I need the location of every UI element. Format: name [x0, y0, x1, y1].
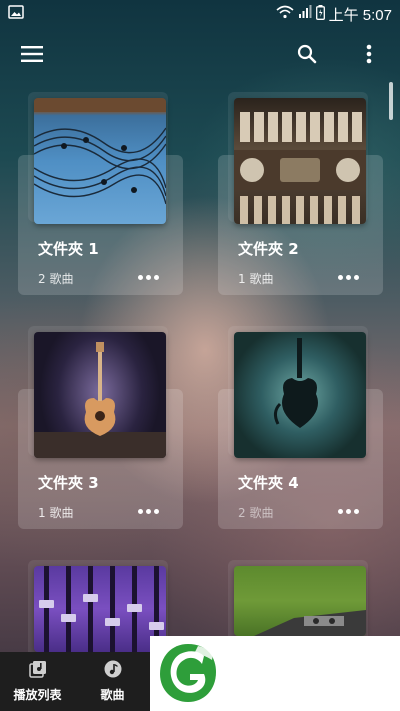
nav-item-playlists[interactable]: 播放列表: [0, 652, 75, 711]
nav-label-playlists: 播放列表: [13, 688, 62, 702]
image-icon: [8, 5, 24, 23]
folder-title-2: 文件夾 2: [238, 240, 299, 258]
folder-title-1: 文件夾 1: [38, 240, 99, 258]
folder-count-3: 1 歌曲: [38, 506, 74, 520]
folder-cover-4[interactable]: [234, 332, 366, 458]
folder-title-4: 文件夾 4: [238, 474, 299, 492]
status-time: 上午 5:07: [328, 6, 392, 24]
folder-count-1: 2 歌曲: [38, 272, 74, 286]
green-leaf-logo: [158, 642, 218, 708]
app-bar: [0, 28, 400, 80]
folder-cover-2[interactable]: [234, 98, 366, 224]
folder-cover-1[interactable]: [34, 98, 166, 224]
status-bar: 上午 5:07: [0, 0, 400, 28]
battery-icon: [315, 4, 325, 24]
folder-count-4: 2 歌曲: [238, 506, 274, 520]
signal-icon: [298, 5, 312, 23]
logo-panel: [150, 636, 400, 711]
more-horiz-icon[interactable]: [135, 270, 161, 284]
more-horiz-icon[interactable]: [335, 270, 361, 284]
folder-count-2: 1 歌曲: [238, 272, 274, 286]
more-vert-icon[interactable]: [345, 28, 393, 80]
scrollbar[interactable]: [389, 82, 393, 120]
wifi-icon: [276, 5, 294, 23]
music-note-icon: [104, 660, 122, 682]
menu-icon[interactable]: [8, 28, 56, 80]
playlist-icon: [28, 660, 47, 682]
folder-title-3: 文件夾 3: [38, 474, 99, 492]
folder-cover-3[interactable]: [34, 332, 166, 458]
more-horiz-icon[interactable]: [335, 504, 361, 518]
nav-item-songs[interactable]: 歌曲: [75, 652, 150, 711]
more-horiz-icon[interactable]: [135, 504, 161, 518]
folder-cover-5[interactable]: [34, 566, 166, 652]
search-icon[interactable]: [283, 28, 331, 80]
bottom-nav: 播放列表 歌曲: [0, 652, 150, 711]
nav-label-songs: 歌曲: [100, 688, 125, 702]
folder-cover-6[interactable]: [234, 566, 366, 636]
